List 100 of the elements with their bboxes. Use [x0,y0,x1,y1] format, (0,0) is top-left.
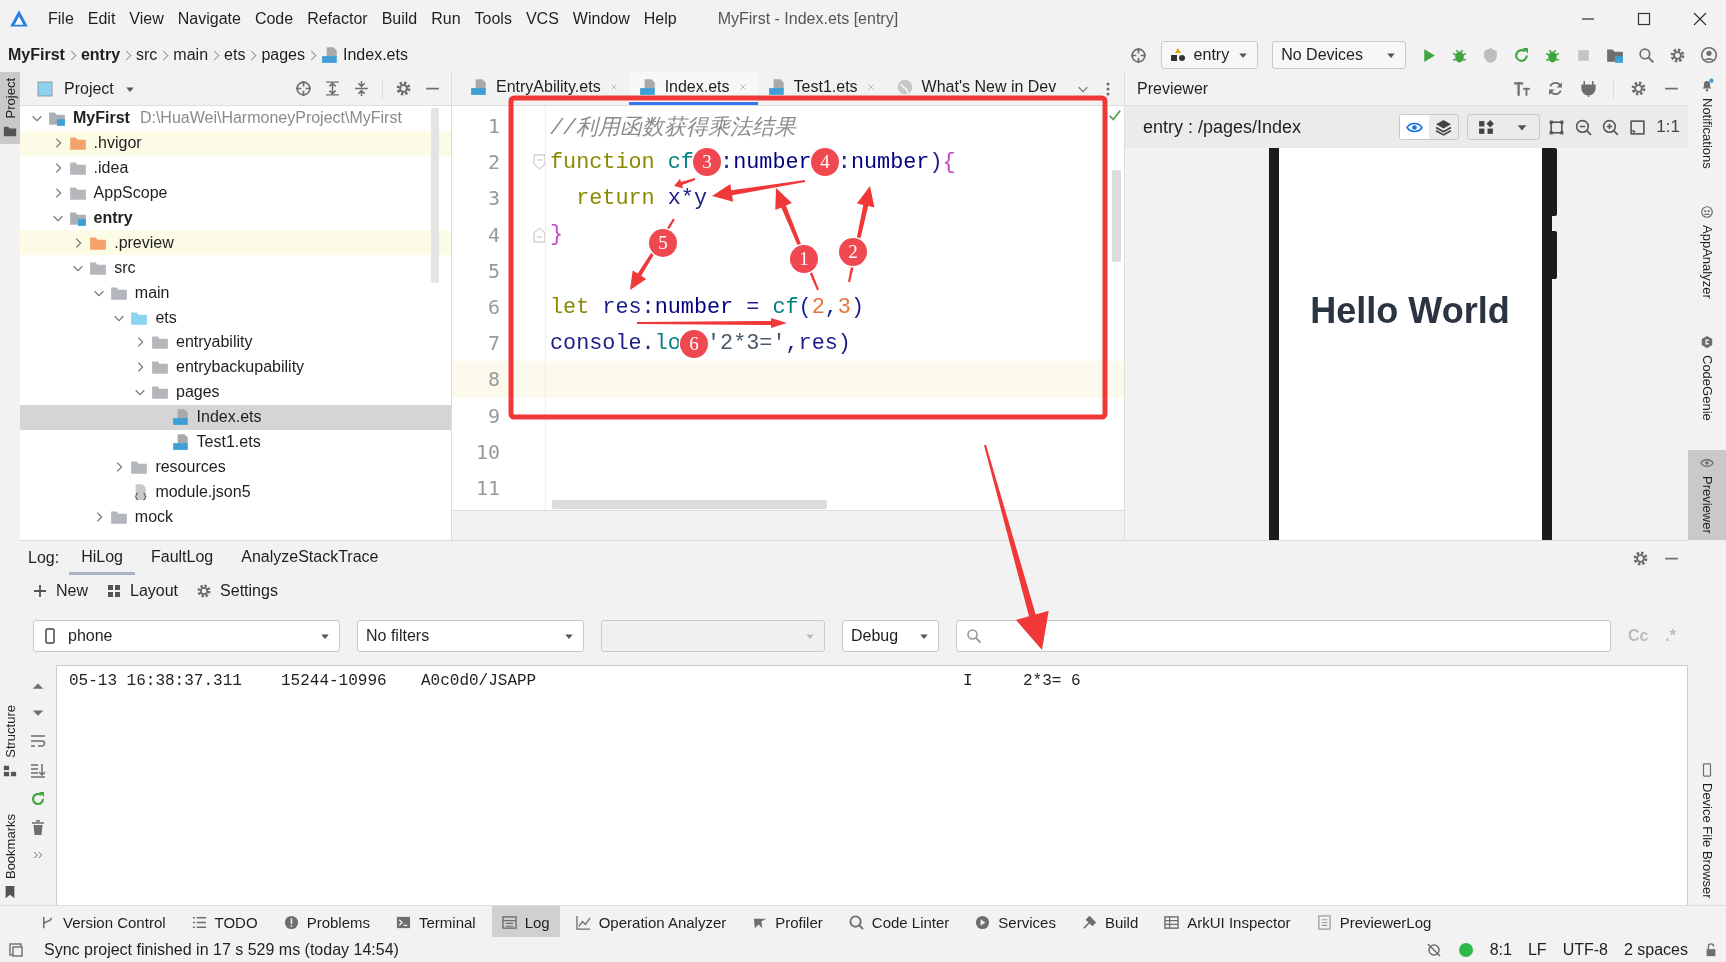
expand-all-icon[interactable] [324,80,341,97]
scrollbar[interactable] [431,108,439,283]
tool-window-tab[interactable]: Services [965,906,1066,938]
tree-item[interactable]: src [20,255,451,281]
tool-window-tab[interactable]: Profiler [742,906,833,938]
menu-item[interactable]: Edit [80,10,123,28]
reload-icon[interactable] [1513,46,1530,64]
restart-icon[interactable] [30,791,46,807]
plug-icon[interactable] [1580,80,1597,97]
viewer-tab[interactable]: AnalyzeStackTrace [229,541,391,575]
actual-size-button[interactable]: 1:1 [1656,117,1680,137]
toolbar-button[interactable]: New [32,582,88,600]
search-field[interactable] [956,620,1611,652]
tree-item[interactable]: ets [20,305,451,330]
line-ending[interactable]: LF [1527,940,1547,959]
breadcrumb[interactable]: ets [224,46,249,64]
menu-item[interactable]: Refactor [300,10,375,28]
scrollbar[interactable] [552,500,827,509]
tool-window-tab[interactable]: Log [491,906,560,938]
tool-window-tab[interactable]: Problems [273,906,380,938]
tree-item[interactable]: entryability [20,330,451,355]
tool-window-tab[interactable]: PreviewerLog [1306,906,1442,938]
close-icon[interactable] [1692,11,1708,27]
tree-item[interactable]: mock [20,504,451,530]
fit-screen-icon[interactable] [1629,118,1647,136]
toolbar-button[interactable]: Layout [106,582,179,600]
target-icon[interactable] [295,80,312,97]
breadcrumb[interactable]: MyFirst [8,46,68,64]
tree-item[interactable]: MyFirst D:\HuaWei\HarmoneyProject\MyFirst [20,106,451,131]
sync-off-icon[interactable] [1425,941,1442,958]
trash-icon[interactable] [30,820,46,836]
editor-tab[interactable]: EntryAbility.ets [460,72,629,105]
menu-item[interactable]: Window [565,10,637,28]
file-encoding[interactable]: UTF-8 [1562,940,1608,959]
fold-marker-icon[interactable] [533,226,546,243]
tool-window-tab[interactable]: ArkUI Inspector [1154,906,1301,938]
tool-window-button[interactable]: AppAnalyzer [1688,198,1726,305]
maximize-icon[interactable] [1636,11,1652,27]
device-dropdown[interactable]: No Devices [1272,41,1406,69]
view-mode-button[interactable] [1400,115,1430,139]
tree-item[interactable]: Index.ets [20,404,451,430]
menu-item[interactable]: Tools [467,10,519,28]
menu-item[interactable]: Navigate [170,10,248,28]
device-dropdown[interactable]: phone [33,620,340,652]
toolbar-button[interactable]: Settings [196,582,278,600]
tree-item[interactable]: pages [20,379,451,405]
tree-item[interactable]: .hvigor [20,130,451,156]
soft-wrap-icon[interactable] [30,733,46,749]
tool-window-button[interactable]: Project [0,72,20,145]
font-size-icon[interactable] [1513,79,1531,98]
folder-icon[interactable] [1606,46,1624,64]
tool-window-tab[interactable]: Version Control [30,906,176,938]
lock-icon[interactable] [1704,941,1718,958]
tree-item[interactable]: resources [20,454,451,480]
fold-marker-icon[interactable] [533,154,546,171]
editor-tab[interactable]: Test1.ets [757,72,886,105]
tool-window-button[interactable]: Previewer [1688,450,1726,541]
zoom-in-icon[interactable] [1602,118,1620,136]
menu-item[interactable]: Code [247,10,301,28]
tree-item[interactable]: .preview [20,230,451,256]
zoom-out-icon[interactable] [1575,118,1593,136]
device-layout-dropdown[interactable] [1467,114,1541,140]
menu-item[interactable]: View [122,10,171,28]
breadcrumb[interactable]: entry [80,46,124,64]
cursor-position[interactable]: 8:1 [1489,940,1512,959]
menu-item[interactable]: Help [636,10,684,28]
scrollbar[interactable] [1112,170,1121,262]
indent-setting[interactable]: 2 spaces [1623,940,1688,959]
breadcrumb[interactable]: main [173,46,212,64]
tree-item[interactable]: module.json5 [20,479,451,505]
settings-icon[interactable] [1632,549,1649,567]
tool-window-button[interactable]: Bookmarks [0,807,20,905]
tool-window-button[interactable]: CodeGenie [1688,328,1726,427]
filter-dropdown[interactable]: Debug [842,620,939,652]
status-message[interactable]: Sync project finished in 17 s 529 ms (today 14:54) [44,940,399,959]
tool-window-button[interactable]: Structure [0,699,20,784]
viewer-tab[interactable]: HiLog [69,541,135,575]
panel-toggle-icon[interactable] [8,941,24,958]
tool-window-tab[interactable]: Build [1071,906,1149,938]
viewer-tab[interactable]: FaultLog [138,541,226,575]
tool-window-button[interactable]: Notifications [1688,72,1726,175]
editor-tab[interactable]: What's New in Dev [885,72,1067,105]
breadcrumb[interactable]: Index.ets [321,46,411,64]
tool-window-tab[interactable]: Terminal [386,906,486,938]
frame-icon[interactable] [1548,118,1566,136]
tool-window-tab[interactable]: TODO [181,906,268,938]
tree-item[interactable]: entry [20,205,451,231]
breadcrumb[interactable]: pages [261,46,308,64]
sync-icon[interactable] [1547,80,1564,97]
target-icon[interactable] [1129,46,1147,64]
project-view-selector[interactable]: Project [36,79,136,98]
menu-item[interactable]: Build [374,10,425,28]
tree-item[interactable]: .idea [20,155,451,181]
settings-icon[interactable] [1630,80,1647,97]
settings-icon[interactable] [395,80,412,97]
breadcrumb[interactable]: src [136,46,161,64]
tree-item[interactable]: main [20,280,451,306]
more-icon[interactable] [32,849,44,861]
settings-icon[interactable] [1669,46,1686,64]
search-icon[interactable] [1638,46,1655,64]
